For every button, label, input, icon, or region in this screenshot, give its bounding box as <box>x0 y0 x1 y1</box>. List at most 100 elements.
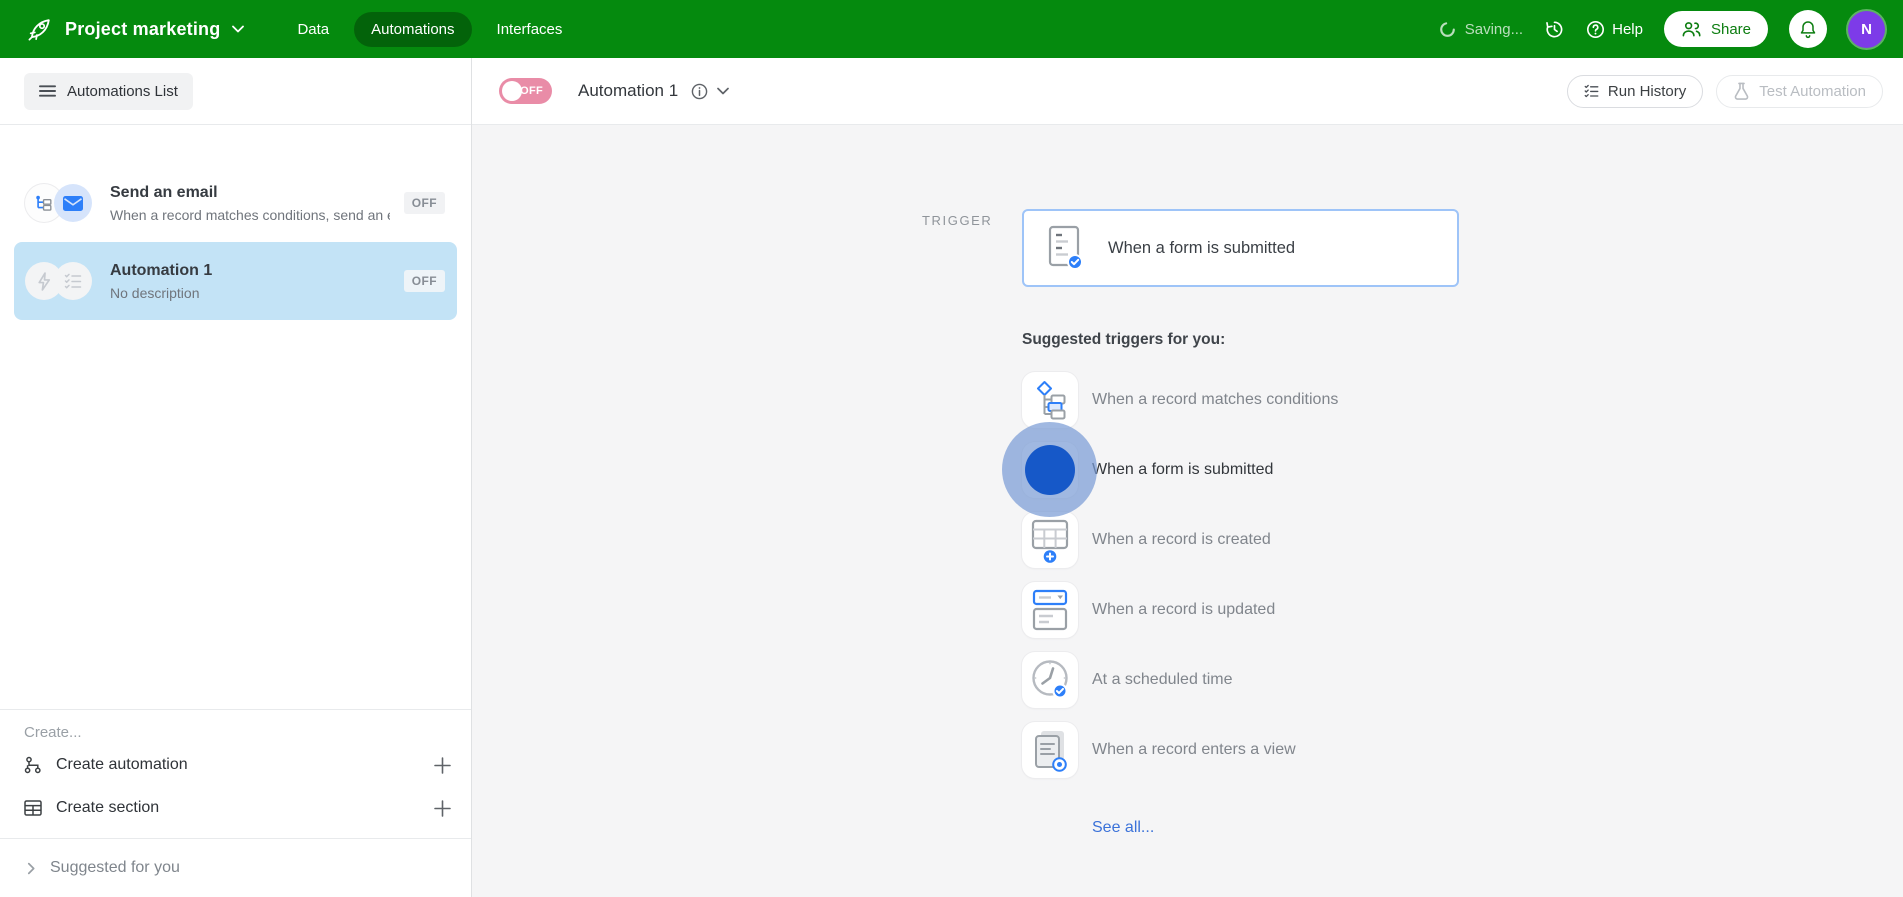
help-button[interactable]: Help <box>1586 20 1643 39</box>
trigger-option-scheduled-time[interactable]: At a scheduled time <box>1022 652 1338 708</box>
automation-flow-icon <box>24 756 42 774</box>
trigger-card-title: When a form is submitted <box>1108 238 1296 257</box>
trigger-option-record-created[interactable]: When a record is created <box>1022 512 1338 568</box>
automation-item-text: Send an email When a record matches cond… <box>110 184 404 223</box>
automation-item-send-an-email[interactable]: Send an email When a record matches cond… <box>14 164 457 242</box>
people-icon <box>1681 21 1702 37</box>
automation-title: Automation 1 <box>578 81 679 100</box>
toggle-knob <box>502 81 522 101</box>
question-circle-icon <box>1586 20 1605 39</box>
trigger-option-record-matches-conditions[interactable]: When a record matches conditions <box>1022 372 1338 428</box>
clock-check-icon <box>1022 652 1078 708</box>
create-section-button[interactable]: Create section <box>0 789 471 827</box>
tab-data[interactable]: Data <box>280 12 346 47</box>
app-window: Project marketing Data Automations Inter… <box>0 0 1903 897</box>
base-title: Project marketing <box>65 18 221 39</box>
test-automation-label: Test Automation <box>1759 82 1866 100</box>
automation-header: OFF Automation 1 Run History Test Automa… <box>472 58 1903 125</box>
view-enter-icon <box>1022 722 1078 778</box>
create-section-label-text: Create section <box>56 799 160 816</box>
bell-icon <box>1798 19 1818 40</box>
automation-item-icons <box>25 262 92 300</box>
automation-item-description: No description <box>110 284 200 301</box>
tab-interfaces[interactable]: Interfaces <box>480 12 580 47</box>
help-label: Help <box>1612 20 1643 38</box>
status-badge: OFF <box>403 192 445 214</box>
run-history-button[interactable]: Run History <box>1566 74 1704 108</box>
share-label: Share <box>1710 20 1751 38</box>
record-updated-icon <box>1022 582 1078 638</box>
history-icon <box>1544 19 1565 40</box>
trigger-section-label: TRIGGER <box>922 213 993 228</box>
trigger-option-label: When a record is updated <box>1092 601 1276 618</box>
notifications-button[interactable] <box>1789 10 1827 48</box>
hamburger-icon <box>39 84 56 98</box>
spinner-icon <box>1439 21 1456 38</box>
automation-item-icons <box>25 184 92 222</box>
trigger-option-label: When a record is created <box>1092 531 1271 548</box>
toggle-state-label: OFF <box>520 85 543 97</box>
content: Automations List Send an email When a re… <box>0 58 1903 897</box>
envelope-icon <box>54 184 92 222</box>
chevron-down-icon[interactable] <box>717 87 730 95</box>
form-submitted-icon <box>1022 442 1078 498</box>
suggested-for-you-toggle[interactable]: Suggested for you <box>0 838 471 897</box>
automations-list-button[interactable]: Automations List <box>24 72 193 110</box>
see-all-link[interactable]: See all... <box>1092 819 1154 837</box>
table-plus-icon <box>1022 512 1078 568</box>
flask-icon <box>1733 82 1750 100</box>
base-history-button[interactable] <box>1544 19 1565 40</box>
trigger-option-record-enters-view[interactable]: When a record enters a view <box>1022 722 1338 778</box>
suggested-triggers-list: When a record matches conditions When a … <box>1022 372 1338 778</box>
create-automation-button[interactable]: Create automation <box>0 746 471 784</box>
automation-on-off-toggle[interactable]: OFF <box>499 78 552 104</box>
test-automation-button[interactable]: Test Automation <box>1716 74 1883 108</box>
form-submitted-icon <box>1046 225 1082 271</box>
automation-editor: OFF Automation 1 Run History Test Automa… <box>472 58 1903 897</box>
automations-list-label: Automations List <box>67 82 178 100</box>
trigger-option-form-submitted[interactable]: When a form is submitted <box>1022 442 1338 498</box>
topbar: Project marketing Data Automations Inter… <box>0 0 1903 58</box>
topbar-actions: Saving... Help Share N <box>1439 10 1887 48</box>
share-button[interactable]: Share <box>1663 11 1768 47</box>
tab-automations[interactable]: Automations <box>354 11 472 47</box>
automation-item-description: When a record matches conditions, send a… <box>110 206 390 223</box>
header-buttons: Run History Test Automation <box>1566 74 1883 108</box>
automation-item-automation-1[interactable]: Automation 1 No description OFF <box>14 242 457 320</box>
trigger-option-label: When a form is submitted <box>1092 461 1274 478</box>
automations-sidebar: Automations List Send an email When a re… <box>0 58 472 897</box>
trigger-option-label: When a record matches conditions <box>1092 391 1339 408</box>
sidebar-footer: Create... Create automation Create secti… <box>0 709 471 897</box>
automation-list: Send an email When a record matches cond… <box>0 125 471 709</box>
checklist-icon <box>54 262 92 300</box>
automation-item-text: Automation 1 No description <box>110 262 404 301</box>
base-switcher[interactable]: Project marketing <box>26 16 245 43</box>
table-icon <box>24 800 42 816</box>
trigger-card[interactable]: When a form is submitted <box>1022 209 1459 287</box>
suggested-triggers-heading: Suggested triggers for you: <box>1022 331 1226 348</box>
plus-icon[interactable] <box>434 756 451 774</box>
flowchart-icon <box>1022 372 1078 428</box>
plus-icon[interactable] <box>434 799 451 817</box>
automation-canvas: TRIGGER When a form is submitted Suggest… <box>472 125 1903 897</box>
avatar-initial: N <box>1861 20 1872 38</box>
run-history-icon <box>1584 84 1599 98</box>
info-icon[interactable] <box>691 83 708 100</box>
saving-status: Saving... <box>1439 21 1523 38</box>
suggested-for-you-label: Suggested for you <box>50 859 180 876</box>
trigger-option-label: At a scheduled time <box>1092 671 1233 688</box>
automation-item-title: Send an email <box>110 183 218 201</box>
main-tabs: Data Automations Interfaces <box>280 11 580 47</box>
run-history-label: Run History <box>1607 82 1687 100</box>
rocket-logo-icon <box>26 16 53 43</box>
create-automation-label: Create automation <box>56 756 188 773</box>
sidebar-header: Automations List <box>0 58 471 125</box>
trigger-option-label: When a record enters a view <box>1092 741 1296 758</box>
trigger-option-record-updated[interactable]: When a record is updated <box>1022 582 1338 638</box>
status-badge: OFF <box>403 270 445 292</box>
create-section-label: Create... <box>24 724 82 741</box>
automation-item-title: Automation 1 <box>110 261 213 279</box>
chevron-right-icon <box>27 862 36 875</box>
user-avatar[interactable]: N <box>1848 10 1885 48</box>
saving-status-text: Saving... <box>1464 20 1524 38</box>
